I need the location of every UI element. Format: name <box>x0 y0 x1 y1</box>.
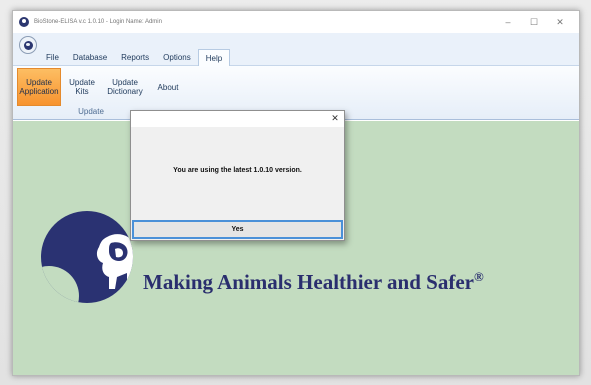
biostone-logo-icon <box>23 40 33 50</box>
ribbon-group-label: Update <box>78 107 104 116</box>
registered-mark: ® <box>473 269 484 284</box>
slogan-text: Making Animals Healthier and Safer <box>143 270 474 294</box>
app-logo-icon <box>19 17 29 27</box>
menu-bar: File Database Reports Options Help <box>13 33 579 67</box>
button-label-line2: Kits <box>75 87 89 96</box>
button-label-line1: About <box>157 82 179 92</box>
button-label-line1: Update <box>69 78 95 87</box>
update-kits-button[interactable]: Update Kits <box>63 68 101 106</box>
dialog-title-bar: ✕ <box>131 111 344 127</box>
logo-cutout <box>41 266 79 303</box>
minimize-button[interactable]: – <box>495 11 521 33</box>
window-title: BioStone-ELISA v.c 1.0.10 - Login Name: … <box>34 19 162 25</box>
maximize-button[interactable]: ☐ <box>521 11 547 33</box>
lion-silhouette <box>96 234 133 289</box>
dialog-message: You are using the latest 1.0.10 version. <box>173 167 302 174</box>
tab-options[interactable]: Options <box>156 49 198 66</box>
button-label-line2: Application <box>19 87 59 96</box>
tab-help[interactable]: Help <box>197 49 231 67</box>
lion-logo-icon <box>41 211 133 303</box>
tab-reports[interactable]: Reports <box>114 49 156 66</box>
tab-file[interactable]: File <box>39 49 66 66</box>
update-dictionary-button[interactable]: Update Dictionary <box>103 68 147 106</box>
app-menu-button[interactable] <box>19 36 37 54</box>
button-label-line1: Update <box>112 78 138 87</box>
dialog-close-icon[interactable]: ✕ <box>329 112 341 125</box>
update-application-button[interactable]: Update Application <box>17 68 61 106</box>
version-dialog: ✕ You are using the latest 1.0.10 versio… <box>130 110 345 241</box>
close-button[interactable]: ✕ <box>547 11 573 33</box>
tab-database[interactable]: Database <box>66 49 114 66</box>
main-window: BioStone-ELISA v.c 1.0.10 - Login Name: … <box>12 10 580 376</box>
window-controls: – ☐ ✕ <box>495 11 573 33</box>
about-button[interactable]: About <box>149 68 187 106</box>
title-bar: BioStone-ELISA v.c 1.0.10 - Login Name: … <box>13 11 579 33</box>
menu-tabs: File Database Reports Options Help <box>39 49 231 67</box>
button-label-line1: Update <box>26 78 52 87</box>
button-label-line2: Dictionary <box>107 87 143 96</box>
yes-button[interactable]: Yes <box>132 220 343 239</box>
slogan: Making Animals Healthier and Safer® <box>143 269 484 295</box>
